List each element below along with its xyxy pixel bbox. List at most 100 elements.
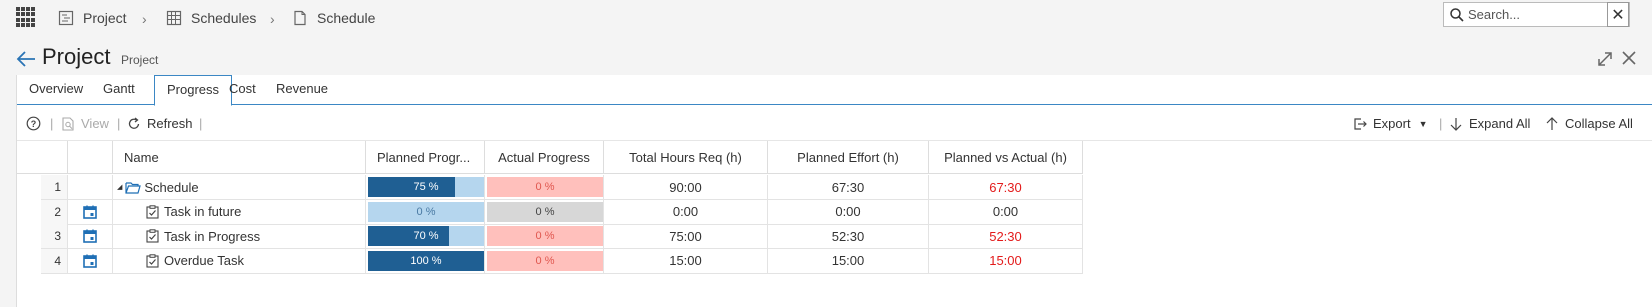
column-header-planned-progress[interactable]: Planned Progr... bbox=[366, 141, 485, 174]
icon-column-header bbox=[68, 141, 113, 174]
row-icon-cell bbox=[68, 248, 113, 274]
calendar-icon[interactable] bbox=[83, 229, 97, 243]
planned-vs-actual-cell: 0:00 bbox=[929, 199, 1083, 225]
row-number: 2 bbox=[41, 199, 68, 225]
export-icon bbox=[1354, 117, 1367, 130]
tab-gantt[interactable]: Gantt bbox=[91, 75, 147, 105]
table-row[interactable]: 4 Overdue Task 100 % 0 % 15:00 15:00 15:00 bbox=[17, 248, 1137, 274]
table-row[interactable]: 3 Task in Progress 70 % 0 % 75:00 52:30 52:30 bbox=[17, 224, 1137, 249]
page-subtitle: Project bbox=[121, 53, 159, 67]
task-checklist-icon bbox=[146, 229, 159, 243]
breadcrumb-label: Schedules bbox=[191, 10, 257, 26]
top-bar: Project › Schedules › Schedule ✕ bbox=[0, 0, 1652, 40]
total-hours-cell: 0:00 bbox=[604, 199, 768, 225]
row-name-cell[interactable]: Task in future bbox=[113, 199, 366, 225]
planned-progress-cell: 0 % bbox=[366, 199, 485, 225]
tab-overview[interactable]: Overview bbox=[17, 75, 95, 105]
row-number-header bbox=[17, 141, 68, 174]
planned-progress-label: 70 % bbox=[413, 230, 439, 242]
planned-vs-actual-cell: 67:30 bbox=[929, 175, 1083, 200]
breadcrumb-separator: › bbox=[142, 11, 147, 27]
column-header-total-hours[interactable]: Total Hours Req (h) bbox=[604, 141, 768, 174]
toolbar-separator: | bbox=[117, 116, 121, 131]
actual-progress-cell: 0 % bbox=[485, 199, 604, 225]
toolbar-separator: | bbox=[50, 116, 54, 131]
planned-vs-actual-cell: 52:30 bbox=[929, 224, 1083, 249]
total-hours-cell: 90:00 bbox=[604, 175, 768, 200]
planned-progress-label: 75 % bbox=[413, 181, 439, 193]
column-header-actual-progress[interactable]: Actual Progress bbox=[485, 141, 604, 174]
planned-effort-cell: 67:30 bbox=[768, 175, 929, 200]
tab-cost[interactable]: Cost bbox=[217, 75, 268, 105]
export-button[interactable]: Export ▼ bbox=[1353, 116, 1428, 131]
planned-vs-actual-cell: 15:00 bbox=[929, 248, 1083, 274]
breadcrumb-schedule[interactable]: Schedule bbox=[292, 10, 375, 26]
close-icon[interactable] bbox=[1620, 49, 1638, 67]
task-name: Task in future bbox=[164, 204, 242, 219]
collapse-all-button[interactable]: Collapse All bbox=[1545, 116, 1633, 131]
refresh-icon bbox=[128, 116, 140, 129]
column-header-name[interactable]: Name bbox=[113, 141, 366, 174]
actual-progress-cell: 0 % bbox=[485, 248, 604, 274]
actual-progress-label: 0 % bbox=[535, 230, 555, 242]
search-box: ✕ bbox=[1443, 2, 1630, 27]
task-checklist-icon bbox=[146, 253, 159, 268]
toolbar: ? | View | Refresh | Export ▼ | Expand A… bbox=[17, 107, 1652, 141]
planned-progress-cell: 100 % bbox=[366, 248, 485, 274]
planned-progress-bar: 70 % bbox=[368, 226, 484, 246]
planned-progress-bar: 75 % bbox=[368, 177, 484, 197]
planned-progress-label: 100 % bbox=[410, 254, 442, 267]
help-button[interactable]: ? bbox=[26, 116, 47, 131]
arrow-down-icon bbox=[1450, 117, 1462, 131]
actual-progress-cell: 0 % bbox=[485, 175, 604, 200]
column-header-planned-vs-actual[interactable]: Planned vs Actual (h) bbox=[929, 141, 1083, 174]
svg-text:?: ? bbox=[31, 119, 37, 129]
breadcrumb-schedules[interactable]: Schedules bbox=[166, 10, 256, 26]
back-arrow-icon[interactable] bbox=[16, 49, 36, 69]
refresh-button[interactable]: Refresh bbox=[127, 116, 193, 131]
column-header-planned-effort[interactable]: Planned Effort (h) bbox=[768, 141, 929, 174]
table-row[interactable]: 1 ◢ Schedule 75 % 0 % 90:00 67:30 67:30 bbox=[17, 175, 1137, 200]
row-name-cell[interactable]: Task in Progress bbox=[113, 224, 366, 249]
row-icon-cell bbox=[68, 175, 113, 200]
total-hours-cell: 15:00 bbox=[604, 248, 768, 274]
task-checklist-icon bbox=[146, 204, 159, 219]
breadcrumb-label: Project bbox=[83, 10, 127, 26]
actual-progress-bar: 0 % bbox=[487, 250, 603, 271]
main-panel: Overview Gantt Progress Cost Revenue ? |… bbox=[16, 75, 1652, 307]
row-number: 3 bbox=[41, 224, 68, 249]
row-icon-cell bbox=[68, 199, 113, 225]
task-name: Overdue Task bbox=[164, 253, 244, 268]
total-hours-cell: 75:00 bbox=[604, 224, 768, 249]
expand-all-button[interactable]: Expand All bbox=[1449, 116, 1530, 131]
tab-bar: Overview Gantt Progress Cost Revenue bbox=[17, 75, 1652, 106]
breadcrumb-project[interactable]: Project bbox=[58, 10, 127, 26]
page-title: Project bbox=[42, 44, 111, 69]
calendar-icon[interactable] bbox=[83, 205, 97, 219]
refresh-label: Refresh bbox=[147, 116, 193, 131]
search-clear-icon[interactable]: ✕ bbox=[1607, 2, 1629, 27]
row-name-cell[interactable]: Overdue Task bbox=[113, 248, 366, 274]
row-icon-cell bbox=[68, 224, 113, 249]
search-input[interactable] bbox=[1468, 7, 1618, 22]
row-name-cell[interactable]: ◢ Schedule bbox=[113, 175, 366, 200]
app-launcher-icon[interactable] bbox=[16, 7, 36, 27]
schedules-grid-icon bbox=[166, 10, 182, 26]
tab-revenue[interactable]: Revenue bbox=[264, 75, 340, 105]
document-icon bbox=[294, 10, 306, 26]
expand-icon[interactable] bbox=[1596, 50, 1614, 68]
planned-progress-label: 0 % bbox=[416, 205, 436, 218]
help-icon: ? bbox=[26, 116, 41, 131]
row-number: 1 bbox=[41, 175, 68, 200]
planned-progress-cell: 70 % bbox=[366, 224, 485, 249]
project-icon bbox=[58, 10, 74, 26]
view-button[interactable]: View bbox=[61, 116, 109, 131]
collapse-triangle-icon[interactable]: ◢ bbox=[117, 183, 122, 191]
dropdown-caret-icon: ▼ bbox=[1418, 118, 1428, 129]
actual-progress-bar: 0 % bbox=[487, 226, 603, 246]
collapse-all-label: Collapse All bbox=[1565, 116, 1633, 131]
breadcrumb-label: Schedule bbox=[317, 10, 376, 26]
table-row[interactable]: 2 Task in future 0 % 0 % 0:00 0:00 0:00 bbox=[17, 199, 1137, 225]
breadcrumb-separator: › bbox=[270, 11, 275, 27]
calendar-icon[interactable] bbox=[83, 254, 97, 268]
